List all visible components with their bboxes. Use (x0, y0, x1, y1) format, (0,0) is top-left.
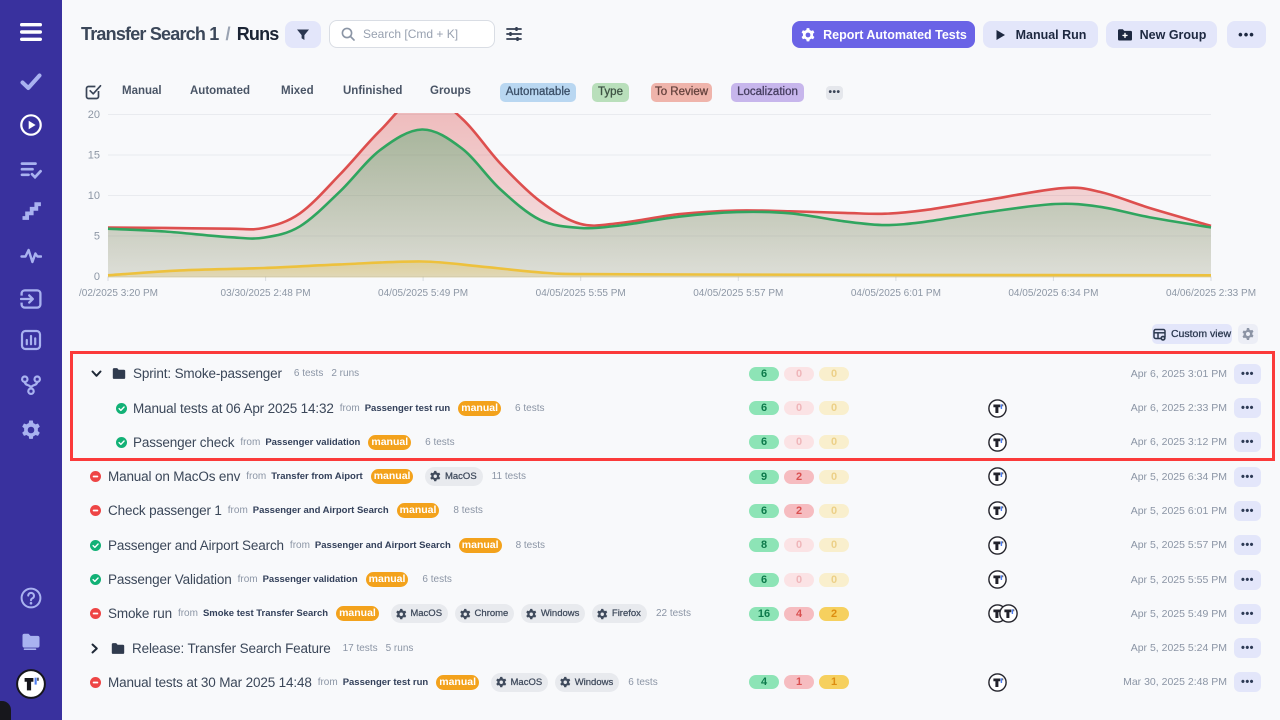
svg-text:/02/2025 3:20 PM: /02/2025 3:20 PM (79, 288, 158, 299)
svg-text:03/30/2025 2:48 PM: 03/30/2025 2:48 PM (221, 288, 311, 299)
svg-text:04/05/2025 6:34 PM: 04/05/2025 6:34 PM (1008, 288, 1098, 299)
svg-text:04/06/2025 2:33 PM: 04/06/2025 2:33 PM (1166, 288, 1256, 299)
svg-text:0: 0 (94, 271, 100, 283)
svg-text:04/05/2025 5:57 PM: 04/05/2025 5:57 PM (693, 288, 783, 299)
svg-text:5: 5 (94, 231, 100, 243)
svg-text:15: 15 (88, 150, 100, 162)
svg-text:20: 20 (88, 109, 100, 121)
svg-text:04/05/2025 5:55 PM: 04/05/2025 5:55 PM (536, 288, 626, 299)
svg-text:04/05/2025 6:01 PM: 04/05/2025 6:01 PM (851, 288, 941, 299)
svg-text:04/05/2025 5:49 PM: 04/05/2025 5:49 PM (378, 288, 468, 299)
svg-text:10: 10 (88, 190, 100, 202)
